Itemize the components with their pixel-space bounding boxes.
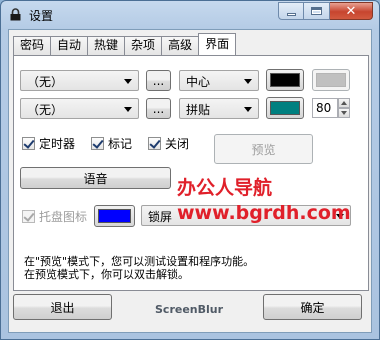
image-position-select[interactable]: 中心 <box>179 70 259 91</box>
color-swatch <box>270 101 300 115</box>
tab-auto[interactable]: 自动 <box>50 36 89 55</box>
checkbox-check-icon <box>91 137 104 150</box>
close-button[interactable]: ✕ <box>330 2 373 20</box>
exit-button[interactable]: 退出 <box>13 294 112 320</box>
overlay-color-button[interactable] <box>266 97 304 119</box>
brand-name: ScreenBlur <box>155 303 224 316</box>
browse-overlay-button[interactable]: ... <box>146 98 171 119</box>
checkbox-check-icon <box>148 137 161 150</box>
display-mode-value: 拼贴 <box>186 103 211 117</box>
watermark-url: www.bgrdh.com <box>177 202 351 224</box>
tray-action-value: 锁屏 <box>148 210 173 224</box>
chevron-down-icon <box>244 79 252 84</box>
color-swatch <box>316 73 346 87</box>
interface-panel: （无） ... 中心 （无） ... 拼贴 80 定时器 标记 关闭 预览 语音… <box>13 55 369 291</box>
browse-image-button[interactable]: ... <box>146 70 171 91</box>
tray-icon-checkbox[interactable]: 托盘图标 <box>22 208 87 225</box>
tab-advanced[interactable]: 高级 <box>161 36 200 55</box>
background-image-select[interactable]: （无） <box>20 70 139 91</box>
opacity-value[interactable]: 80 <box>312 98 338 118</box>
minimize-icon <box>287 13 296 16</box>
tray-icon-color-button[interactable] <box>94 205 135 227</box>
tab-interface[interactable]: 界面 <box>198 33 237 55</box>
ok-button[interactable]: 确定 <box>263 294 362 320</box>
image-position-value: 中心 <box>186 75 211 89</box>
close-icon: ✕ <box>345 3 357 19</box>
settings-window: 设置 ✕ 密码 自动 热键 杂项 高级 界面 （无） ... 中心 （无） ..… <box>0 0 380 340</box>
tray-icon-label: 托盘图标 <box>39 210 88 224</box>
watermark-title: 办公人导航 <box>177 177 273 199</box>
color-swatch <box>270 73 300 87</box>
title-bar[interactable]: 设置 ✕ <box>1 1 379 29</box>
checkbox-check-icon <box>22 210 35 223</box>
timer-checkbox[interactable]: 定时器 <box>22 135 75 152</box>
tab-password[interactable]: 密码 <box>13 36 52 55</box>
chevron-down-icon <box>244 107 252 112</box>
voice-button[interactable]: 语音 <box>20 167 171 189</box>
color-swatch <box>98 209 131 223</box>
mark-checkbox[interactable]: 标记 <box>91 135 132 152</box>
spin-down-icon[interactable] <box>338 108 350 118</box>
mark-label: 标记 <box>108 137 133 151</box>
maximize-icon <box>311 7 322 15</box>
checkbox-check-icon <box>22 137 35 150</box>
tab-misc[interactable]: 杂项 <box>124 36 163 55</box>
lock-icon <box>10 8 21 21</box>
hint-line-2: 在预览模式下，你可以双击解锁。 <box>24 268 189 281</box>
overlay-image-select[interactable]: （无） <box>20 98 139 119</box>
chevron-down-icon <box>124 79 132 84</box>
close-checkbox[interactable]: 关闭 <box>148 135 189 152</box>
overlay-image-value: （无） <box>27 103 64 117</box>
tab-strip: 密码 自动 热键 杂项 高级 界面 <box>13 33 237 55</box>
hint-line-1: 在"预览"模式下，您可以测试设置和程序功能。 <box>24 255 255 268</box>
chevron-down-icon <box>124 107 132 112</box>
close-label: 关闭 <box>165 137 190 151</box>
timer-label: 定时器 <box>39 137 76 151</box>
maximize-button[interactable] <box>304 2 330 20</box>
client-area: 密码 自动 热键 杂项 高级 界面 （无） ... 中心 （无） ... 拼贴 … <box>8 29 372 333</box>
secondary-color-button[interactable] <box>312 69 350 91</box>
display-mode-select[interactable]: 拼贴 <box>179 98 259 119</box>
background-color-button[interactable] <box>266 69 304 91</box>
preview-button[interactable]: 预览 <box>214 134 313 164</box>
spin-up-icon[interactable] <box>338 98 350 108</box>
window-title: 设置 <box>29 9 54 23</box>
minimize-button[interactable] <box>278 2 304 20</box>
background-image-value: （无） <box>27 75 64 89</box>
tab-hotkeys[interactable]: 热键 <box>87 36 126 55</box>
